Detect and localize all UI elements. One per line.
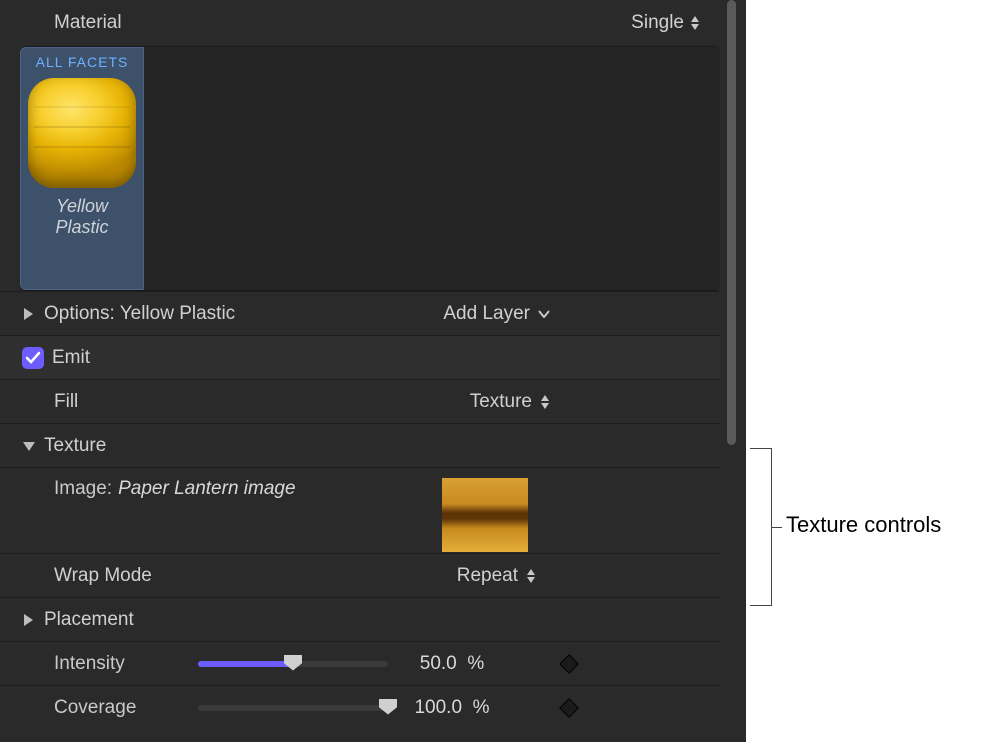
annotation-label: Texture controls	[786, 512, 941, 538]
material-preview-swatch[interactable]	[28, 78, 136, 188]
material-name: Yellow Plastic	[27, 192, 137, 238]
disclosure-right-icon[interactable]	[22, 613, 44, 627]
options-row: Options: Yellow Plastic Add Layer	[0, 291, 720, 335]
texture-image-label: Image: Paper Lantern image	[54, 478, 296, 500]
texture-group-row: Texture	[0, 423, 720, 467]
fill-type-dropdown[interactable]: Texture	[464, 389, 556, 415]
intensity-row: Intensity 50.0 %	[0, 641, 720, 685]
placement-label: Placement	[44, 609, 706, 631]
check-icon	[25, 351, 41, 365]
keyframe-icon[interactable]	[559, 698, 579, 718]
stepper-icon	[690, 16, 700, 30]
options-label: Options: Yellow Plastic	[44, 303, 437, 325]
chevron-down-icon	[538, 310, 550, 318]
texture-group-label: Texture	[44, 435, 706, 457]
wrap-mode-label: Wrap Mode	[54, 565, 451, 587]
all-facets-tab[interactable]: ALL FACETS	[27, 54, 137, 76]
intensity-label: Intensity	[54, 653, 184, 675]
texture-thumbnail	[442, 478, 528, 552]
material-inspector-panel: Material Single ALL FACETS Yellow Plasti…	[0, 0, 746, 742]
stepper-icon	[526, 569, 536, 583]
vertical-scrollbar[interactable]	[720, 0, 746, 742]
fill-row: Fill Texture	[0, 379, 720, 423]
emit-row: Emit	[0, 335, 720, 379]
fill-label: Fill	[54, 391, 464, 413]
scroll-thumb[interactable]	[727, 0, 736, 445]
material-header-row: Material Single	[0, 0, 720, 46]
material-mode-dropdown[interactable]: Single	[625, 10, 706, 36]
coverage-slider[interactable]	[198, 705, 388, 711]
disclosure-right-icon[interactable]	[22, 307, 44, 321]
wrap-mode-dropdown[interactable]: Repeat	[451, 563, 542, 589]
emit-checkbox[interactable]	[22, 347, 44, 369]
disclosure-down-icon[interactable]	[22, 440, 44, 452]
keyframe-icon[interactable]	[559, 654, 579, 674]
texture-image-row: Image: Paper Lantern image	[0, 467, 720, 553]
facets-strip: ALL FACETS Yellow Plastic	[20, 46, 720, 291]
coverage-value[interactable]: 100.0 %	[402, 697, 502, 719]
coverage-label: Coverage	[54, 697, 184, 719]
intensity-slider[interactable]	[198, 661, 388, 667]
placement-row: Placement	[0, 597, 720, 641]
annotation-bracket	[750, 448, 772, 606]
wrap-mode-row: Wrap Mode Repeat	[0, 553, 720, 597]
intensity-value[interactable]: 50.0 %	[402, 653, 502, 675]
facet-all-selected[interactable]: ALL FACETS Yellow Plastic	[20, 47, 144, 290]
add-layer-dropdown[interactable]: Add Layer	[437, 301, 556, 327]
texture-image-well[interactable]	[442, 478, 528, 552]
material-mode-value: Single	[631, 12, 684, 34]
material-label: Material	[54, 12, 625, 34]
stepper-icon	[540, 395, 550, 409]
emit-label: Emit	[52, 347, 706, 369]
